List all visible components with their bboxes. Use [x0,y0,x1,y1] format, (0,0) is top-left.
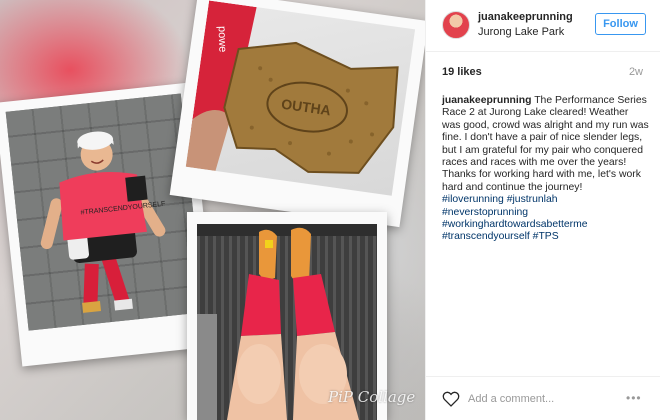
hashtag-line[interactable]: #transcendyourself #TPS [442,231,649,243]
hashtag-line[interactable]: #workinghardtowardsabetterme [442,219,649,231]
heart-icon[interactable] [442,391,460,407]
medal-photo: powe OUTHA [185,0,416,196]
hashtag-list: #iloverunning #justrunlah #neverstoprunn… [442,194,649,244]
post-details-panel: juanakeeprunning Jurong Lake Park Follow… [425,0,660,420]
comment-input[interactable] [468,389,618,409]
likes-count[interactable]: 19 likes [442,66,482,78]
comment-bar: ••• [426,376,660,420]
avatar[interactable] [442,11,470,39]
caption-username[interactable]: juanakeeprunning [442,95,532,106]
collage-watermark: PiP Collage [328,388,416,406]
polaroid-medal: powe OUTHA [169,0,425,228]
post-header: juanakeeprunning Jurong Lake Park Follow [426,0,660,52]
hashtag-line[interactable]: #iloverunning #justrunlah [442,194,649,206]
post-location[interactable]: Jurong Lake Park [478,26,564,38]
hashtag-line[interactable]: #neverstoprunning [442,207,649,219]
author-username[interactable]: juanakeeprunning [478,11,573,23]
post-caption: juanakeeprunning The Performance Series … [442,95,649,244]
runner-sitting-photo: #TRANSCENDYOURSELF [5,93,204,331]
svg-text:powe: powe [216,26,229,53]
caption-text: The Performance Series Race 2 at Jurong … [442,95,649,193]
post-image[interactable]: #TRANSCENDYOURSELF powe OUTHA PiP Collag… [0,0,425,420]
more-options-button[interactable]: ••• [626,391,642,405]
follow-button[interactable]: Follow [595,13,646,35]
post-time[interactable]: 2w [629,66,643,78]
